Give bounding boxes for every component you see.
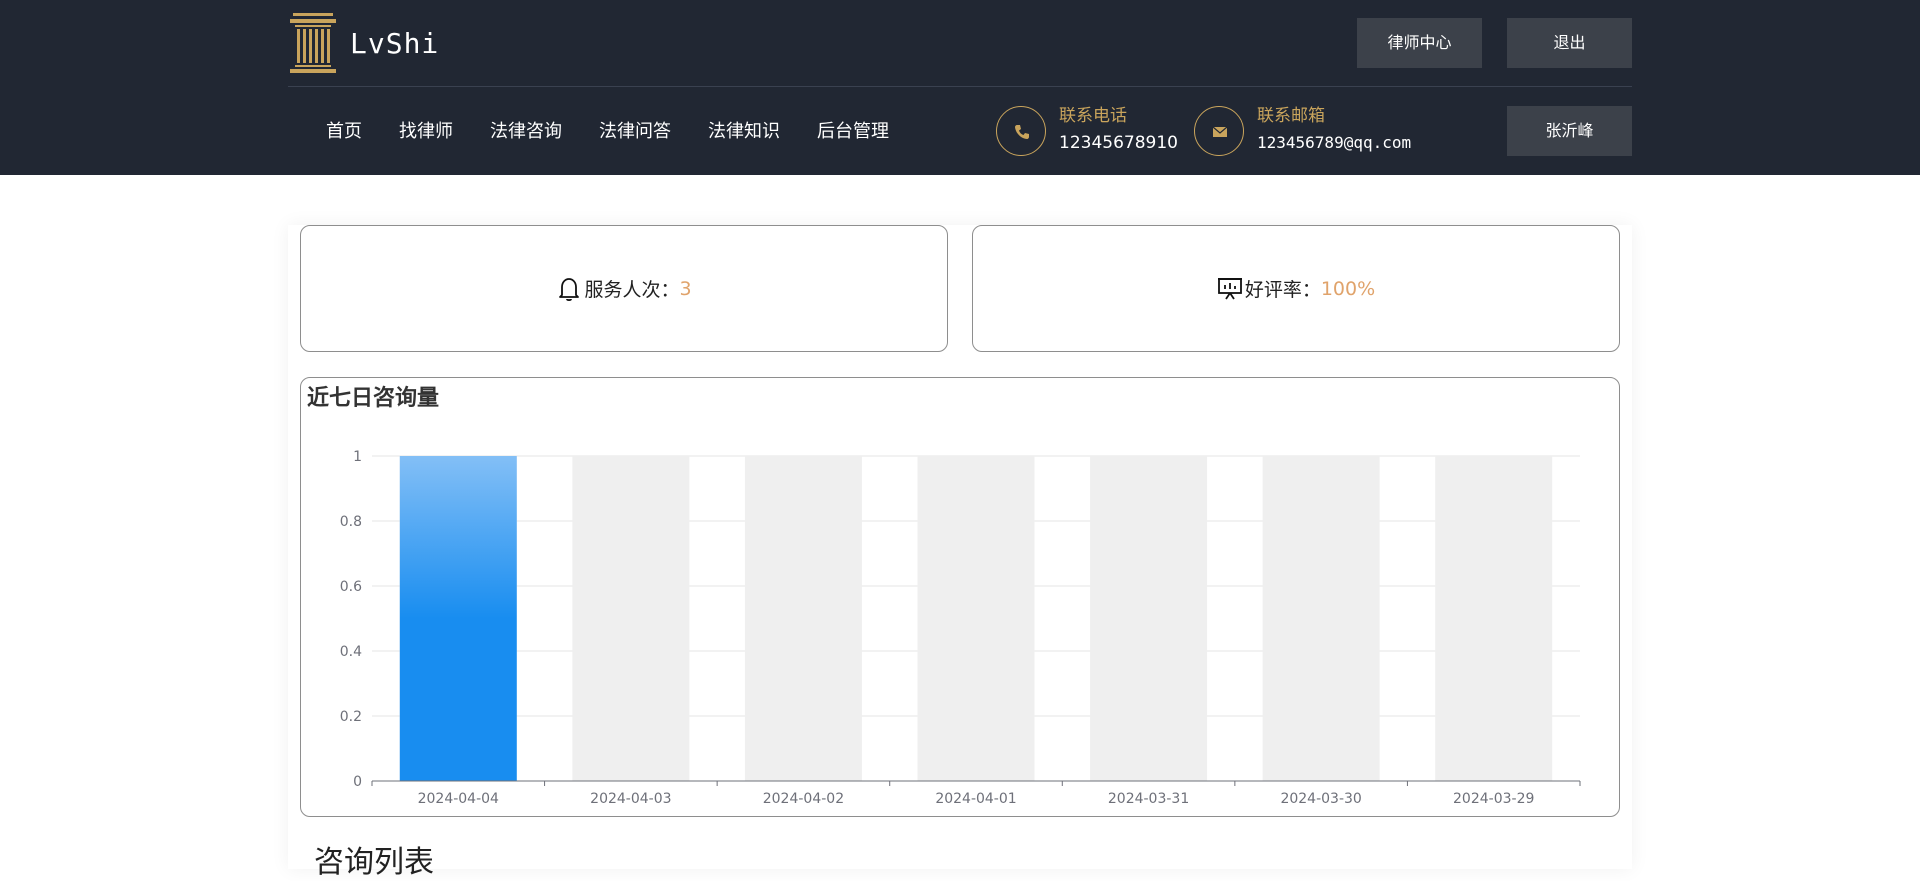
rating-label: 好评率：: [1244, 279, 1321, 301]
phone-icon: [1015, 125, 1029, 139]
logo-icon[interactable]: [288, 11, 338, 75]
x-tick-label: 2024-03-31: [1108, 791, 1189, 807]
y-tick-label: 0.6: [340, 579, 362, 595]
x-tick-label: 2024-04-01: [935, 791, 1016, 807]
bar-background: [1262, 456, 1380, 781]
y-tick-label: 0.8: [340, 514, 362, 530]
header-nav-row: 首页 找律师 法律咨询 法律问答 法律知识 后台管理 联系电话 12345678…: [288, 88, 1632, 175]
x-tick-label: 2024-04-03: [590, 791, 671, 807]
bar-background: [1090, 456, 1208, 781]
consultation-list-title: 咨询列表: [314, 845, 434, 880]
dashboard-card: 服务人次： 3 好评率： 100% 近七日咨询量 0 0.2 0.4 0.6 0.8 1 2…: [288, 225, 1632, 880]
x-tick-label: 2024-03-30: [1280, 791, 1361, 807]
phone-value: 12345678910: [1059, 133, 1178, 153]
rating-card: 好评率： 100%: [972, 225, 1620, 352]
header-top-row: LvShi 律师中心 退出: [288, 0, 1632, 87]
phone-label: 联系电话: [1059, 106, 1127, 126]
bar-background: [744, 456, 862, 781]
nav-item-consultation[interactable]: 法律咨询: [490, 88, 562, 175]
main-nav: 首页 找律师 法律咨询 法律问答 法律知识 后台管理: [326, 88, 926, 175]
x-tick-label: 2024-03-29: [1453, 791, 1534, 807]
nav-item-admin[interactable]: 后台管理: [817, 88, 889, 175]
phone-icon-circle: [996, 106, 1046, 156]
nav-item-qa[interactable]: 法律问答: [599, 88, 671, 175]
logo-text[interactable]: LvShi: [350, 24, 439, 64]
bar-background: [1435, 456, 1553, 781]
x-tick-label: 2024-04-04: [418, 791, 499, 807]
top-header: LvShi 律师中心 退出 首页 找律师 法律咨询 法律问答 法律知识 后台管理…: [0, 0, 1920, 175]
y-tick-label: 1: [353, 449, 362, 465]
y-tick-label: 0: [353, 774, 362, 790]
rating-value: 100%: [1320, 277, 1376, 300]
bar-2024-04-04[interactable]: [399, 456, 517, 781]
nav-item-knowledge[interactable]: 法律知识: [708, 88, 780, 175]
service-count-value: 3: [679, 277, 692, 300]
user-button[interactable]: 张沂峰: [1507, 106, 1632, 156]
bar-background: [572, 456, 690, 781]
email-label: 联系邮箱: [1257, 106, 1325, 126]
email-value: 123456789@qq.com: [1257, 133, 1412, 152]
y-tick-label: 0.4: [340, 644, 362, 660]
lawyer-center-button[interactable]: 律师中心: [1357, 18, 1482, 68]
service-count-label: 服务人次：: [584, 279, 680, 301]
service-count-card: 服务人次： 3: [300, 225, 948, 352]
nav-item-home[interactable]: 首页: [326, 88, 362, 175]
header-inner: LvShi 律师中心 退出 首页 找律师 法律咨询 法律问答 法律知识 后台管理…: [288, 0, 1632, 175]
mail-icon: [1212, 126, 1228, 137]
chart-canvas: 0 0.2 0.4 0.6 0.8 1 2024-04-04 2024-04-03 2024-0…: [340, 449, 1581, 807]
presentation-icon: [1217, 277, 1242, 299]
x-tick-label: 2024-04-02: [763, 791, 844, 807]
mail-icon-circle: [1194, 106, 1244, 156]
weekly-consultation-chart: 近七日咨询量 0 0.2 0.4 0.6 0.8 1 2024-04-04 2024-04-0…: [300, 377, 1620, 817]
bell-icon: [559, 277, 580, 301]
logout-button[interactable]: 退出: [1507, 18, 1632, 68]
y-tick-label: 0.2: [340, 709, 362, 725]
bar-background: [917, 456, 1035, 781]
nav-item-find-lawyer[interactable]: 找律师: [399, 88, 453, 175]
